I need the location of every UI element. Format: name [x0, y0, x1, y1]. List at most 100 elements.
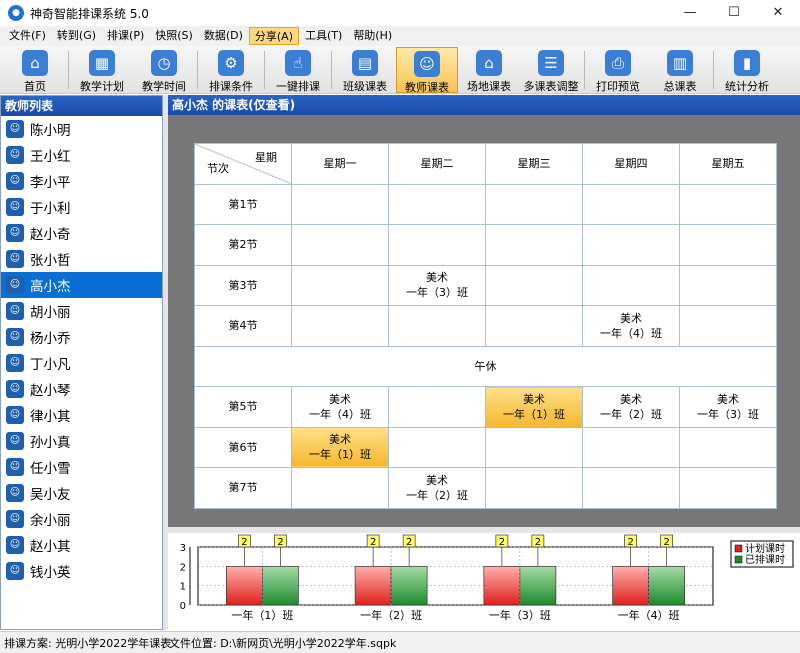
empty-cell[interactable]: [582, 264, 680, 306]
empty-cell[interactable]: [679, 305, 777, 347]
toolbar-button[interactable]: ☝ 一键排课: [267, 47, 329, 93]
toolbar-separator: [68, 50, 69, 89]
empty-cell[interactable]: [291, 224, 389, 266]
toolbar-button[interactable]: ⌂ 首页: [4, 47, 66, 93]
empty-cell[interactable]: [485, 305, 583, 347]
teacher-name: 吴小友: [30, 487, 71, 503]
teacher-item[interactable]: ☺ 李小平: [1, 168, 162, 194]
menu-item[interactable]: 文件(F): [4, 27, 51, 45]
lesson-class: 一年（1）班: [309, 448, 371, 462]
teacher-item[interactable]: ☺ 丁小凡: [1, 350, 162, 376]
toolbar-button[interactable]: ☺ 教师课表: [396, 46, 458, 94]
teacher-item[interactable]: ☺ 于小利: [1, 194, 162, 220]
empty-cell[interactable]: [291, 467, 389, 509]
empty-cell[interactable]: [679, 183, 777, 225]
empty-cell[interactable]: [291, 183, 389, 225]
close-button[interactable]: ✕: [756, 0, 800, 26]
teacher-item[interactable]: ☺ 高小杰: [1, 272, 162, 298]
empty-cell[interactable]: [679, 426, 777, 468]
empty-cell[interactable]: [291, 264, 389, 306]
teacher-item[interactable]: ☺ 杨小乔: [1, 324, 162, 350]
teacher-item[interactable]: ☺ 吴小友: [1, 480, 162, 506]
lesson-cell[interactable]: 美术 一年（4）班: [582, 305, 680, 347]
menu-item[interactable]: 转到(G): [52, 27, 101, 45]
maximize-button[interactable]: ☐: [712, 0, 756, 26]
data-label: 2: [241, 537, 247, 548]
menu-item[interactable]: 数据(D): [199, 27, 248, 45]
teacher-item[interactable]: ☺ 律小其: [1, 402, 162, 428]
lesson-cell[interactable]: 美术 一年（3）班: [388, 264, 486, 306]
lesson-cell[interactable]: 美术 一年（1）班: [485, 386, 583, 428]
empty-cell[interactable]: [582, 426, 680, 468]
lesson-cell[interactable]: 美术 一年（4）班: [291, 386, 389, 428]
teacher-item[interactable]: ☺ 钱小英: [1, 558, 162, 584]
teacher-item[interactable]: ☺ 张小哲: [1, 246, 162, 272]
teacher-name: 张小哲: [30, 253, 71, 269]
menu-item[interactable]: 帮助(H): [348, 27, 397, 45]
teacher-item[interactable]: ☺ 任小雪: [1, 454, 162, 480]
empty-cell[interactable]: [291, 305, 389, 347]
toolbar-button[interactable]: ▮ 统计分析: [716, 47, 778, 93]
total-schedule-icon: ▥: [667, 49, 693, 76]
empty-cell[interactable]: [679, 224, 777, 266]
empty-cell[interactable]: [582, 467, 680, 509]
stats-icon: ▮: [734, 49, 760, 76]
empty-cell[interactable]: [485, 467, 583, 509]
teacher-item[interactable]: ☺ 余小丽: [1, 506, 162, 532]
empty-cell[interactable]: [485, 264, 583, 306]
toolbar-button[interactable]: ▥ 总课表: [649, 47, 711, 93]
toolbar-button[interactable]: ▤ 班级课表: [334, 47, 396, 93]
legend-swatch: [734, 544, 743, 553]
clock-icon: ◷: [151, 49, 177, 76]
lesson-cell[interactable]: 美术 一年（1）班: [291, 426, 389, 468]
empty-cell[interactable]: [388, 183, 486, 225]
lesson-cell[interactable]: 美术 一年（3）班: [679, 386, 777, 428]
teacher-item[interactable]: ☺ 赵小奇: [1, 220, 162, 246]
legend-label: 已排课时: [745, 553, 785, 566]
toolbar-button[interactable]: ☰ 多课表调整: [520, 47, 582, 93]
teacher-name: 钱小英: [30, 565, 71, 581]
period-label: 第1节: [194, 183, 292, 225]
teacher-item[interactable]: ☺ 王小红: [1, 142, 162, 168]
menu-item[interactable]: 排课(P): [102, 27, 149, 45]
empty-cell[interactable]: [388, 426, 486, 468]
empty-cell[interactable]: [679, 264, 777, 306]
toolbar-button[interactable]: ⌂ 场地课表: [458, 47, 520, 93]
teacher-schedule-icon: ☺: [414, 50, 440, 77]
empty-cell[interactable]: [388, 305, 486, 347]
empty-cell[interactable]: [485, 224, 583, 266]
title-bar: ● 神奇智能排课系统 5.0 — ☐ ✕: [0, 0, 800, 26]
toolbar-button-label: 场地课表: [467, 79, 511, 93]
period-label: 第4节: [194, 305, 292, 347]
teacher-item[interactable]: ☺ 胡小丽: [1, 298, 162, 324]
empty-cell[interactable]: [485, 183, 583, 225]
lesson-cell[interactable]: 美术 一年（2）班: [388, 467, 486, 509]
teacher-icon: ☺: [6, 484, 24, 502]
empty-cell[interactable]: [582, 224, 680, 266]
toolbar-button[interactable]: ▦ 教学计划: [71, 47, 133, 93]
day-header: 星期一: [291, 143, 389, 185]
empty-cell[interactable]: [485, 426, 583, 468]
teacher-name: 赵小奇: [30, 227, 71, 243]
teacher-item[interactable]: ☺ 赵小琴: [1, 376, 162, 402]
teacher-item[interactable]: ☺ 赵小其: [1, 532, 162, 558]
teacher-icon: ☺: [6, 328, 24, 346]
empty-cell[interactable]: [679, 467, 777, 509]
toolbar-button[interactable]: ⎙ 打印预览: [587, 47, 649, 93]
menu-item[interactable]: 工具(T): [300, 27, 347, 45]
minimize-button[interactable]: —: [668, 0, 712, 26]
toolbar-button[interactable]: ◷ 教学时间: [133, 47, 195, 93]
menu-item[interactable]: 分享(A): [248, 27, 299, 45]
teacher-item[interactable]: ☺ 陈小明: [1, 116, 162, 142]
day-header: 星期五: [679, 143, 777, 185]
empty-cell[interactable]: [582, 183, 680, 225]
teacher-name: 杨小乔: [30, 331, 71, 347]
teacher-item[interactable]: ☺ 孙小真: [1, 428, 162, 454]
empty-cell[interactable]: [388, 386, 486, 428]
toolbar-separator: [331, 50, 332, 89]
teacher-icon: ☺: [6, 120, 24, 138]
toolbar-button[interactable]: ⚙ 排课条件: [200, 47, 262, 93]
empty-cell[interactable]: [388, 224, 486, 266]
menu-item[interactable]: 快照(S): [150, 27, 198, 45]
lesson-cell[interactable]: 美术 一年（2）班: [582, 386, 680, 428]
